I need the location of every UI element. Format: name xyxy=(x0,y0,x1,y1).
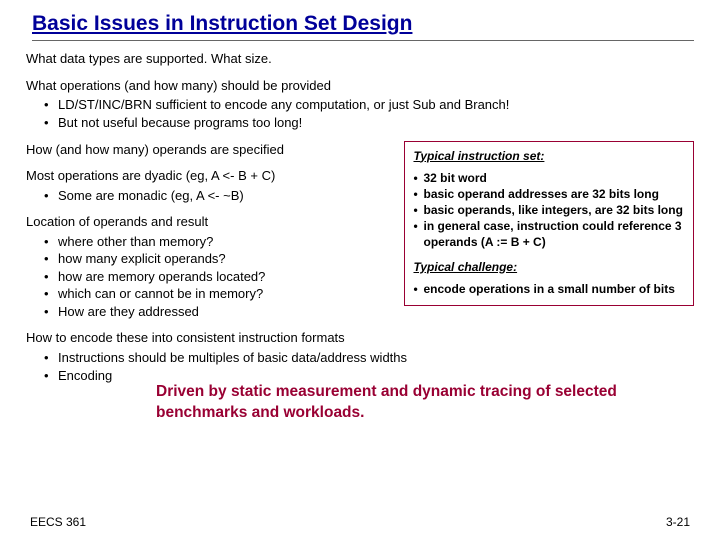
bullet-icon: • xyxy=(413,186,423,202)
list-item: •Instructions should be multiples of bas… xyxy=(44,349,694,367)
list-item-label: Instructions should be multiples of basi… xyxy=(58,349,407,367)
box-list-typical-set: •32 bit word •basic operand addresses ar… xyxy=(413,170,685,251)
paragraph-location-head: Location of operands and result xyxy=(26,213,394,231)
list-item-label: 32 bit word xyxy=(423,170,486,186)
encode-list: •Instructions should be multiples of bas… xyxy=(44,349,694,384)
list-item-label: how are memory operands located? xyxy=(58,268,265,286)
bullet-icon: • xyxy=(44,367,58,385)
list-item: •basic operands, like integers, are 32 b… xyxy=(413,202,685,218)
bullet-icon: • xyxy=(44,187,58,205)
footer-course: EECS 361 xyxy=(30,514,86,530)
location-list: •where other than memory? •how many expl… xyxy=(44,233,394,321)
dyadic-list: •Some are monadic (eg, A <- ~B) xyxy=(44,187,394,205)
list-item-label: in general case, instruction could refer… xyxy=(423,218,685,250)
list-item: •basic operand addresses are 32 bits lon… xyxy=(413,186,685,202)
paragraph-datatypes: What data types are supported. What size… xyxy=(26,50,694,68)
list-item-label: how many explicit operands? xyxy=(58,250,226,268)
list-item: •32 bit word xyxy=(413,170,685,186)
bullet-icon: • xyxy=(413,218,423,250)
bullet-icon: • xyxy=(413,281,423,297)
box-heading-challenge: Typical challenge: xyxy=(413,259,685,275)
bullet-icon: • xyxy=(44,250,58,268)
box-heading-typical-set: Typical instruction set: xyxy=(413,148,685,164)
list-item-label: where other than memory? xyxy=(58,233,213,251)
paragraph-operands-specified: How (and how many) operands are specifie… xyxy=(26,141,394,159)
paragraph-operations-head: What operations (and how many) should be… xyxy=(26,77,694,95)
list-item: •encode operations in a small number of … xyxy=(413,281,685,297)
bullet-icon: • xyxy=(413,170,423,186)
list-item: •which can or cannot be in memory? xyxy=(44,285,394,303)
bullet-icon: • xyxy=(413,202,423,218)
paragraph-encode-head: How to encode these into consistent inst… xyxy=(26,329,694,347)
bullet-icon: • xyxy=(44,303,58,321)
list-item: •in general case, instruction could refe… xyxy=(413,218,685,250)
list-item: •LD/ST/INC/BRN sufficient to encode any … xyxy=(44,96,694,114)
bullet-icon: • xyxy=(44,233,58,251)
bullet-icon: • xyxy=(44,96,58,114)
bullet-icon: • xyxy=(44,114,58,132)
footer-page-number: 3-21 xyxy=(666,514,690,530)
list-item-label: basic operand addresses are 32 bits long xyxy=(423,186,658,202)
list-item-label: LD/ST/INC/BRN sufficient to encode any c… xyxy=(58,96,509,114)
list-item-label: Encoding xyxy=(58,367,112,385)
list-item-label: Some are monadic (eg, A <- ~B) xyxy=(58,187,244,205)
list-item: •Some are monadic (eg, A <- ~B) xyxy=(44,187,394,205)
list-item-label: encode operations in a small number of b… xyxy=(423,281,674,297)
bullet-icon: • xyxy=(44,285,58,303)
list-item-label: But not useful because programs too long… xyxy=(58,114,302,132)
sidebar-box: Typical instruction set: •32 bit word •b… xyxy=(404,141,694,307)
list-item-label: which can or cannot be in memory? xyxy=(58,285,263,303)
list-item-label: basic operands, like integers, are 32 bi… xyxy=(423,202,682,218)
bullet-icon: • xyxy=(44,268,58,286)
list-item: •how are memory operands located? xyxy=(44,268,394,286)
list-item: •But not useful because programs too lon… xyxy=(44,114,694,132)
operations-list: •LD/ST/INC/BRN sufficient to encode any … xyxy=(44,96,694,131)
list-item: •How are they addressed xyxy=(44,303,394,321)
box-list-challenge: •encode operations in a small number of … xyxy=(413,281,685,297)
list-item-label: How are they addressed xyxy=(58,303,199,321)
bullet-icon: • xyxy=(44,349,58,367)
list-item: •how many explicit operands? xyxy=(44,250,394,268)
paragraph-dyadic-head: Most operations are dyadic (eg, A <- B +… xyxy=(26,167,394,185)
list-item: •where other than memory? xyxy=(44,233,394,251)
callout-driven: Driven by static measurement and dynamic… xyxy=(156,382,634,424)
slide-title: Basic Issues in Instruction Set Design xyxy=(32,10,694,41)
